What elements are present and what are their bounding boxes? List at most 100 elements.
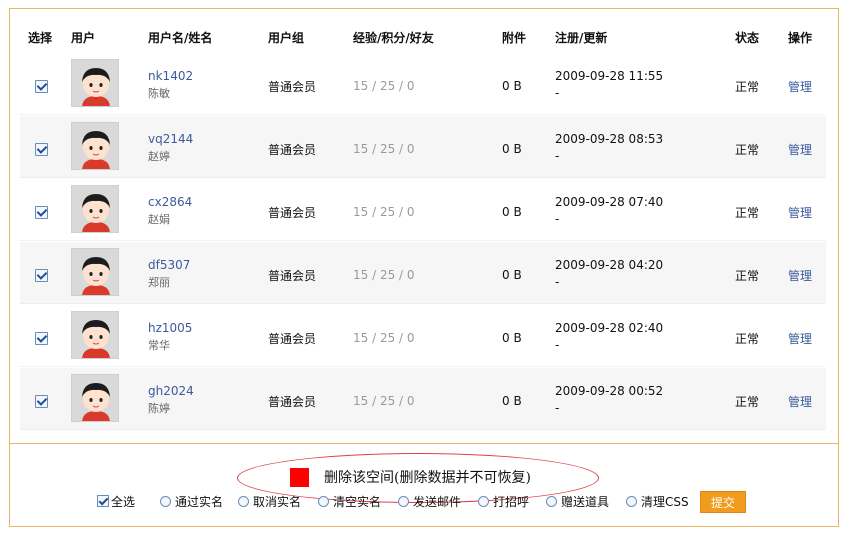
header-status: 状态 [735,31,760,45]
user-group: 普通会员 [268,332,317,346]
attachment-size: 0 B [502,142,522,156]
row-select-checkbox[interactable] [35,332,48,345]
table-row: gh2024 陈婷 普通会员 15 / 25 / 0 0 B 2009-09-2… [20,368,826,430]
manage-link[interactable]: 管理 [788,330,812,347]
radio-button[interactable] [478,496,489,507]
table-row: df5307 郑丽 普通会员 15 / 25 / 0 0 B 2009-09-2… [20,242,826,304]
header-stats: 经验/积分/好友 [353,31,434,45]
radio-button[interactable] [398,496,409,507]
select-all-checkbox[interactable] [97,495,109,507]
radio-option-greet[interactable]: 打招呼 [478,493,529,510]
username-link[interactable]: cx2864 [148,195,192,209]
username-link[interactable]: nk1402 [148,69,193,83]
radio-option-approve-realname[interactable]: 通过实名 [160,493,223,510]
attachment-size: 0 B [502,331,522,345]
header-group: 用户组 [268,31,305,45]
user-group: 普通会员 [268,395,317,409]
username-link[interactable]: vq2144 [148,132,193,146]
radio-option-gift-item[interactable]: 赠送道具 [546,493,609,510]
real-name: 赵娟 [148,213,170,226]
avatar-image [72,375,118,421]
header-attachments: 附件 [502,31,527,45]
select-all-option[interactable]: 全选 [97,493,135,510]
update-time: - [555,212,560,226]
register-time: 2009-09-28 00:52 [555,384,664,398]
radio-option-cancel-realname[interactable]: 取消实名 [238,493,301,510]
user-stats: 15 / 25 / 0 [353,394,415,408]
radio-label: 发送邮件 [413,495,462,509]
radio-button[interactable] [318,496,329,507]
attachment-size: 0 B [502,394,522,408]
register-time: 2009-09-28 04:20 [555,258,664,272]
table-row: vq2144 赵婷 普通会员 15 / 25 / 0 0 B 2009-09-2… [20,116,826,178]
register-time: 2009-09-28 07:40 [555,195,664,209]
radio-option-clear-realname[interactable]: 清空实名 [318,493,381,510]
manage-link[interactable]: 管理 [788,393,812,410]
status-text: 正常 [735,332,760,346]
real-name: 赵婷 [148,150,170,163]
avatar-image [72,312,118,358]
radio-button[interactable] [238,496,249,507]
radio-button[interactable] [626,496,637,507]
real-name: 陈婷 [148,402,170,415]
row-select-checkbox[interactable] [35,269,48,282]
register-time: 2009-09-28 02:40 [555,321,664,335]
username-link[interactable]: hz1005 [148,321,192,335]
member-management-panel: 选择 用户 用户名/姓名 用户组 经验/积分/好友 附件 注册/更新 状态 操作 [9,8,839,527]
radio-label: 取消实名 [253,495,302,509]
status-text: 正常 [735,269,760,283]
manage-link[interactable]: 管理 [788,267,812,284]
manage-link[interactable]: 管理 [788,204,812,221]
radio-button[interactable] [546,496,557,507]
radio-label: 清空实名 [333,495,382,509]
user-stats: 15 / 25 / 0 [353,331,415,345]
row-select-checkbox[interactable] [35,206,48,219]
radio-option-send-email[interactable]: 发送邮件 [398,493,461,510]
attachment-size: 0 B [502,205,522,219]
avatar-image [72,123,118,169]
real-name: 常华 [148,339,170,352]
table-row: hz1005 常华 普通会员 15 / 25 / 0 0 B 2009-09-2… [20,305,826,367]
avatar[interactable] [71,122,119,170]
avatar[interactable] [71,311,119,359]
avatar[interactable] [71,374,119,422]
register-time: 2009-09-28 08:53 [555,132,664,146]
avatar[interactable] [71,248,119,296]
section-divider [10,443,838,444]
avatar[interactable] [71,185,119,233]
header-register-update: 注册/更新 [555,31,608,45]
user-stats: 15 / 25 / 0 [353,205,415,219]
radio-option-clean-css[interactable]: 清理CSS [626,493,689,510]
username-link[interactable]: df5307 [148,258,190,272]
radio-label: 赠送道具 [561,495,610,509]
status-text: 正常 [735,80,760,94]
user-stats: 15 / 25 / 0 [353,79,415,93]
status-text: 正常 [735,395,760,409]
attachment-size: 0 B [502,268,522,282]
header-select: 选择 [28,31,53,45]
radio-button[interactable] [160,496,171,507]
attachment-size: 0 B [502,79,522,93]
delete-checkbox-square[interactable] [290,468,309,487]
avatar[interactable] [71,59,119,107]
manage-link[interactable]: 管理 [788,141,812,158]
avatar-image [72,186,118,232]
table-header: 选择 用户 用户名/姓名 用户组 经验/积分/好友 附件 注册/更新 状态 操作 [20,19,826,53]
radio-label: 通过实名 [175,495,224,509]
user-stats: 15 / 25 / 0 [353,142,415,156]
row-select-checkbox[interactable] [35,80,48,93]
update-time: - [555,86,560,100]
row-select-checkbox[interactable] [35,395,48,408]
manage-link[interactable]: 管理 [788,78,812,95]
status-text: 正常 [735,206,760,220]
username-link[interactable]: gh2024 [148,384,194,398]
register-time: 2009-09-28 11:55 [555,69,664,83]
radio-label: 打招呼 [493,495,530,509]
update-time: - [555,149,560,163]
header-username-realname: 用户名/姓名 [148,31,213,45]
row-select-checkbox[interactable] [35,143,48,156]
user-stats: 15 / 25 / 0 [353,268,415,282]
avatar-image [72,60,118,106]
select-all-label: 全选 [111,495,136,509]
submit-button[interactable]: 提交 [700,491,746,513]
